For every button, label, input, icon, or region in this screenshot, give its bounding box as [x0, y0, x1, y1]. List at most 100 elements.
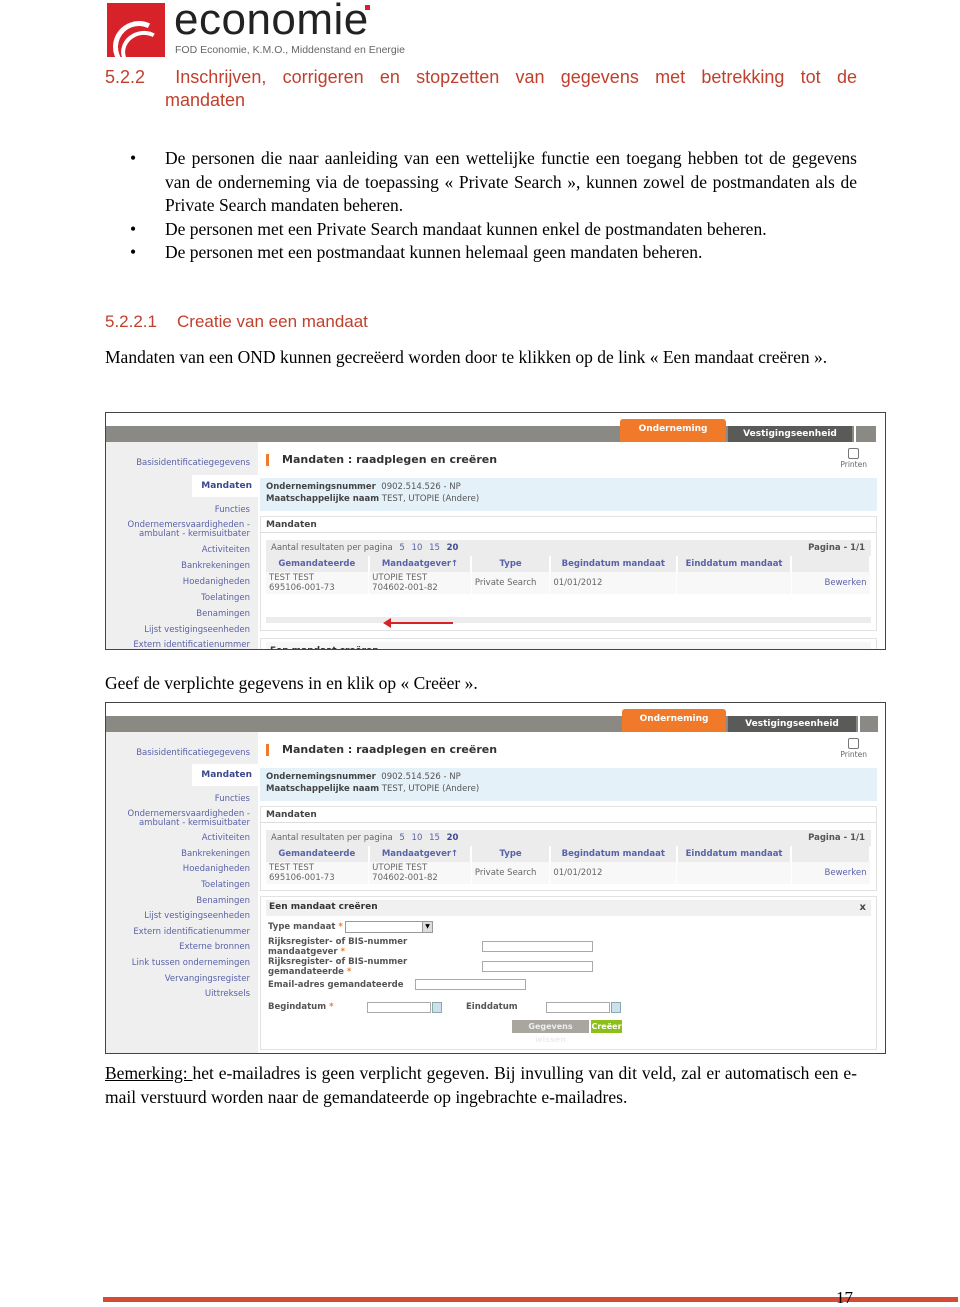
tab-vestigingseenheid[interactable]: Vestigingseenheid	[728, 716, 856, 732]
remark-text: het e-mailadres is geen verplicht gegeve…	[105, 1063, 857, 1107]
cell-begindatum: 01/01/2012	[549, 572, 678, 594]
page-title: Mandaten : raadplegen en creëren	[266, 744, 497, 756]
per-page-option[interactable]: 15	[429, 543, 440, 553]
print-button[interactable]: Printen	[840, 448, 867, 469]
red-arrow-annotation	[383, 618, 453, 628]
per-page-option[interactable]: 5	[399, 543, 404, 553]
sidebar-item-link-tussen-ondernemingen[interactable]: Link tussen ondernemingen	[132, 958, 250, 968]
create-button[interactable]: Creëer	[591, 1020, 622, 1033]
column-header-gemandateerde[interactable]: Gemandateerde	[266, 556, 370, 572]
remark-paragraph: Bemerking: het e-mailadres is geen verpl…	[105, 1062, 857, 1109]
per-page-option[interactable]: 5	[399, 833, 404, 843]
bullet-item: De personen met een Private Search manda…	[130, 218, 857, 242]
chevron-down-icon[interactable]: ▼	[422, 922, 432, 932]
cell-gemandateerde: TEST TEST 695106-001-73	[266, 862, 370, 884]
company-name-label: Maatschappelijke naam	[266, 783, 380, 794]
column-header-begindatum[interactable]: Begindatum mandaat	[549, 846, 678, 862]
sidebar-item-hoedanigheden[interactable]: Hoedanigheden	[183, 577, 250, 587]
type-mandaat-select[interactable]: ▼	[345, 921, 433, 933]
sidebar-item-benamingen[interactable]: Benamingen	[196, 896, 250, 906]
tab-onderneming[interactable]: Onderneming	[622, 709, 726, 732]
create-mandate-panel: Een mandaat creëren	[260, 638, 877, 649]
section-title-word: Inschrijven,	[175, 67, 267, 87]
instruction-paragraph: Geef de verplichte gegevens in en klik o…	[105, 673, 478, 693]
table-row: TEST TEST 695106-001-73 UTOPIE TEST 704602…	[266, 862, 871, 884]
column-header-type[interactable]: Type	[471, 846, 551, 862]
begindatum-input[interactable]	[367, 1002, 431, 1013]
create-mandate-link[interactable]: Een mandaat creëren	[266, 642, 871, 649]
sidebar-item-toelatingen[interactable]: Toelatingen	[201, 880, 250, 890]
calendar-icon[interactable]	[432, 1002, 442, 1013]
column-header-mandaatgever[interactable]: Mandaatgever↑	[368, 556, 473, 572]
sidebar-item-mandaten[interactable]: Mandaten	[192, 764, 260, 786]
per-page-option-selected[interactable]: 20	[447, 543, 459, 553]
sidebar-item-bankrekeningen[interactable]: Bankrekeningen	[181, 561, 250, 571]
sidebar-item-basisidentificatiegegevens[interactable]: Basisidentificatiegegevens	[136, 748, 250, 758]
column-header-einddatum[interactable]: Einddatum mandaat	[676, 846, 793, 862]
column-header-type[interactable]: Type	[471, 556, 551, 572]
per-page-option[interactable]: 15	[429, 833, 440, 843]
sidebar-item-externe-bronnen[interactable]: Externe bronnen	[179, 942, 250, 952]
sidebar-item-mandaten[interactable]: Mandaten	[192, 475, 260, 497]
sidebar-item-lijst-vestigingseenheden[interactable]: Lijst vestigingseenheden	[144, 911, 250, 921]
main-content: Mandaten : raadplegen en creëren Printen…	[258, 442, 877, 649]
sidebar-item-extern-identificatienummer[interactable]: Extern identificatienummer	[133, 927, 250, 937]
section-heading: 5.2.2 Inschrijven, corrigeren en stopzetten…	[105, 66, 857, 112]
section-number: 5.2.2	[105, 67, 146, 87]
bullet-list: De personen die naar aanleiding van een …	[130, 147, 857, 265]
section-title-word: van	[515, 67, 545, 87]
sidebar-item-activiteiten[interactable]: Activiteiten	[202, 833, 250, 843]
sidebar-item-activiteiten[interactable]: Activiteiten	[202, 545, 250, 555]
edit-link[interactable]: Bewerken	[791, 572, 871, 594]
column-header-mandaatgever[interactable]: Mandaatgever↑	[368, 846, 473, 862]
sidebar-item-functies[interactable]: Functies	[215, 794, 250, 804]
mandates-table: Gemandateerde Mandaatgever↑ Type Beginda…	[266, 846, 871, 884]
sidebar-item-functies[interactable]: Functies	[215, 505, 250, 515]
sidebar-item-toelatingen[interactable]: Toelatingen	[201, 593, 250, 603]
subsection-title: Creatie van een mandaat	[177, 312, 368, 331]
company-number-label: Ondernemingsnummer	[266, 482, 376, 492]
edit-link[interactable]: Bewerken	[791, 862, 871, 884]
tab-bar-end	[858, 716, 878, 732]
rr-mandaatgever-input[interactable]	[482, 941, 593, 952]
clear-data-button[interactable]: Gegevens wissen	[512, 1020, 589, 1044]
print-button[interactable]: Printen	[840, 738, 867, 759]
footer-bar	[103, 1297, 958, 1302]
company-number-label: Ondernemingsnummer	[266, 772, 376, 782]
results-per-page-bar: Aantal resultaten per pagina 5 10 15 20 …	[266, 830, 871, 846]
printer-icon	[848, 738, 860, 749]
calendar-icon[interactable]	[611, 1002, 621, 1013]
sidebar-item-extern-identificatienummer[interactable]: Extern identificatienummer	[133, 640, 250, 649]
tab-onderneming[interactable]: Onderneming	[620, 419, 726, 442]
sidebar-item-ondernemersvaardigheden-2[interactable]: ambulant - kermisuitbater	[139, 818, 250, 828]
sidebar-item-basisidentificatiegegevens[interactable]: Basisidentificatiegegevens	[136, 458, 250, 468]
sidebar-item-vervangingsregister[interactable]: Vervangingsregister	[165, 974, 250, 984]
results-per-page-bar: Aantal resultaten per pagina 5 10 15 20 …	[266, 540, 871, 556]
section-title-word: corrigeren	[282, 67, 364, 87]
per-page-option[interactable]: 10	[412, 543, 423, 553]
per-page-option[interactable]: 10	[412, 833, 423, 843]
tab-vestigingseenheid[interactable]: Vestigingseenheid	[728, 426, 852, 442]
einddatum-input[interactable]	[546, 1002, 610, 1013]
form-header: Een mandaat creëren x	[266, 900, 871, 916]
close-icon[interactable]: x	[860, 902, 866, 913]
column-header-einddatum[interactable]: Einddatum mandaat	[676, 556, 793, 572]
company-number-value: 0902.514.526 - NP	[381, 482, 461, 492]
email-input[interactable]	[415, 979, 526, 990]
column-header-gemandateerde[interactable]: Gemandateerde	[266, 846, 370, 862]
per-page-option-selected[interactable]: 20	[447, 833, 459, 843]
sidebar-item-hoedanigheden[interactable]: Hoedanigheden	[183, 864, 250, 874]
column-header-begindatum[interactable]: Begindatum mandaat	[549, 556, 678, 572]
sidebar-item-ondernemersvaardigheden-2[interactable]: ambulant - kermisuitbater	[139, 529, 250, 539]
cell-mandaatgever: UTOPIE TEST 704602-001-82	[368, 572, 472, 594]
rr-gemandateerde-input[interactable]	[482, 961, 593, 972]
sidebar-item-benamingen[interactable]: Benamingen	[196, 609, 250, 619]
sidebar-item-uittreksels[interactable]: Uittreksels	[205, 989, 250, 999]
sidebar-item-bankrekeningen[interactable]: Bankrekeningen	[181, 849, 250, 859]
sidebar-item-lijst-vestigingseenheden[interactable]: Lijst vestigingseenheden	[144, 625, 250, 635]
cell-type: Private Search	[471, 572, 551, 594]
cell-einddatum	[676, 862, 792, 884]
bullet-item: De personen met een postmandaat kunnen h…	[130, 241, 857, 265]
logo-mark-icon	[107, 3, 165, 57]
table-row: TEST TEST 695106-001-73 UTOPIE TEST 704602…	[266, 572, 871, 594]
